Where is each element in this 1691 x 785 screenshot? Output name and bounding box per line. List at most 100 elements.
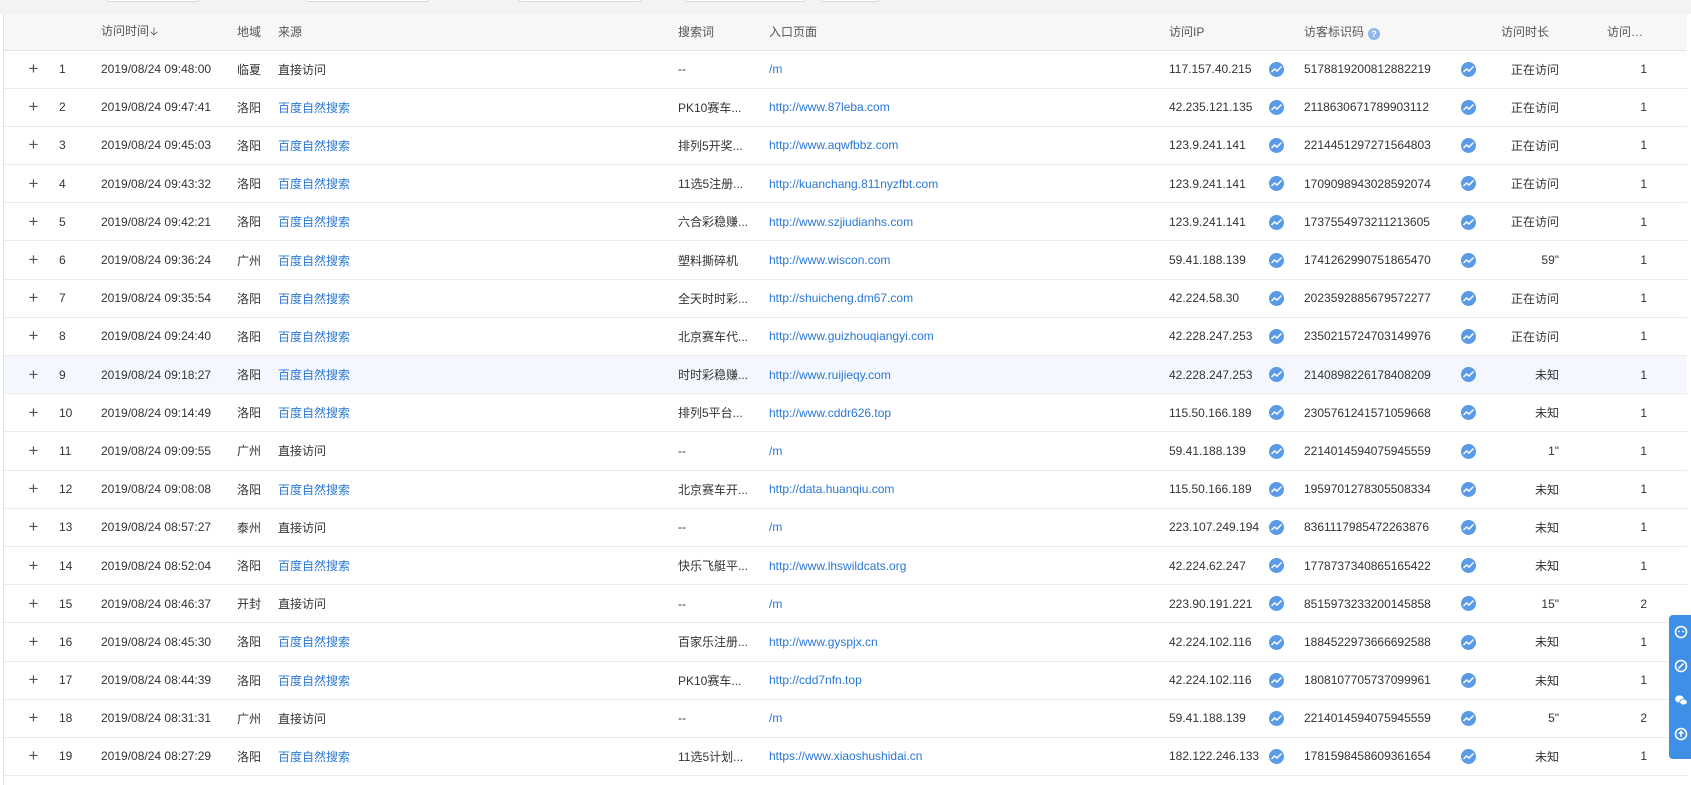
trend-chart-icon[interactable]	[1461, 329, 1476, 345]
trend-chart-icon[interactable]	[1461, 252, 1476, 268]
ip-trend-button[interactable]	[1269, 126, 1304, 164]
ip-trend-button[interactable]	[1269, 356, 1304, 394]
source-cell[interactable]: 百度自然搜索	[278, 623, 678, 661]
trend-chart-icon[interactable]	[1461, 672, 1476, 688]
ip-trend-button[interactable]	[1269, 661, 1304, 699]
entry-page-link[interactable]: /m	[769, 50, 1169, 88]
trend-chart-icon[interactable]	[1269, 558, 1284, 574]
visitor-trend-button[interactable]	[1461, 623, 1501, 661]
help-icon[interactable]: ?	[1368, 28, 1381, 41]
table-row[interactable]: +6 2019/08/24 09:36:24 广州 百度自然搜索 塑料撕碎机 http:/…	[4, 241, 1687, 280]
table-row[interactable]: +15 2019/08/24 08:46:37 开封 直接访问 -- /m 223.90.1…	[4, 585, 1687, 623]
trend-chart-icon[interactable]	[1269, 99, 1284, 115]
plus-icon[interactable]: +	[29, 59, 39, 78]
visitor-trend-button[interactable]	[1461, 432, 1501, 470]
trend-chart-icon[interactable]	[1269, 252, 1284, 268]
visitor-trend-button[interactable]	[1461, 546, 1501, 584]
entry-page-link[interactable]: /m	[769, 508, 1169, 546]
entry-page-link[interactable]: http://data.huanqiu.com	[769, 470, 1169, 508]
entry-page-link[interactable]: /m	[769, 699, 1169, 737]
entry-page-link[interactable]: https://www.xiaoshushidai.cn	[769, 737, 1169, 775]
source-cell[interactable]: 百度自然搜索	[278, 203, 678, 241]
ip-trend-button[interactable]	[1269, 241, 1304, 279]
visitor-trend-button[interactable]	[1461, 88, 1501, 126]
trend-chart-icon[interactable]	[1461, 405, 1476, 421]
table-row[interactable]: +4 2019/08/24 09:43:32 洛阳 百度自然搜索 11选5注册... ht…	[4, 165, 1687, 203]
ip-trend-button[interactable]	[1269, 623, 1304, 661]
table-row[interactable]: +7 2019/08/24 09:35:54 洛阳 百度自然搜索 全天时时彩... htt…	[4, 279, 1687, 318]
plus-icon[interactable]: +	[29, 517, 39, 536]
plus-icon[interactable]: +	[29, 479, 39, 498]
table-row[interactable]: +19 2019/08/24 08:27:29 洛阳 百度自然搜索 11选5计划... h…	[4, 737, 1687, 776]
expand-row-button[interactable]: +	[4, 88, 59, 126]
table-row[interactable]: +11 2019/08/24 09:09:55 广州 直接访问 -- /m 59.41.18…	[4, 432, 1687, 471]
expand-row-button[interactable]: +	[4, 432, 59, 470]
expand-row-button[interactable]: +	[4, 737, 59, 775]
source-cell[interactable]: 百度自然搜索	[278, 279, 678, 317]
entry-page-link[interactable]: http://cdd7nfn.top	[769, 661, 1169, 699]
trend-chart-icon[interactable]	[1269, 290, 1284, 306]
visitor-trend-button[interactable]	[1461, 356, 1501, 394]
ip-trend-button[interactable]	[1269, 699, 1304, 737]
plus-icon[interactable]: +	[29, 441, 39, 460]
trend-chart-icon[interactable]	[1269, 596, 1284, 612]
expand-row-button[interactable]: +	[4, 241, 59, 279]
ip-trend-button[interactable]	[1269, 470, 1304, 508]
ip-trend-button[interactable]	[1269, 165, 1304, 203]
entry-page-link[interactable]: http://shuicheng.dm67.com	[769, 279, 1169, 317]
plus-icon[interactable]: +	[29, 365, 39, 384]
filter-control[interactable]	[106, 0, 200, 2]
visitor-trend-button[interactable]	[1461, 317, 1501, 355]
trend-chart-icon[interactable]	[1461, 367, 1476, 383]
table-row[interactable]: +16 2019/08/24 08:45:30 洛阳 百度自然搜索 百家乐注册... ht…	[4, 623, 1687, 661]
expand-row-button[interactable]: +	[4, 699, 59, 737]
plus-icon[interactable]: +	[29, 174, 39, 193]
table-row[interactable]: +8 2019/08/24 09:24:40 洛阳 百度自然搜索 北京赛车代... htt…	[4, 317, 1687, 356]
plus-icon[interactable]: +	[29, 97, 39, 116]
expand-row-button[interactable]: +	[4, 470, 59, 508]
trend-chart-icon[interactable]	[1461, 61, 1476, 77]
sort-down-arrow-icon[interactable]: 🡣	[150, 26, 158, 38]
trend-chart-icon[interactable]	[1269, 749, 1284, 765]
table-row[interactable]: +18 2019/08/24 08:31:31 广州 直接访问 -- /m 59.41.18…	[4, 699, 1687, 738]
expand-row-button[interactable]: +	[4, 623, 59, 661]
table-row[interactable]: +12 2019/08/24 09:08:08 洛阳 百度自然搜索 北京赛车开... ht…	[4, 470, 1687, 509]
trend-chart-icon[interactable]	[1461, 290, 1476, 306]
plus-icon[interactable]: +	[29, 594, 39, 613]
entry-page-link[interactable]: http://www.cddr626.top	[769, 394, 1169, 432]
ip-trend-button[interactable]	[1269, 279, 1304, 317]
plus-icon[interactable]: +	[29, 670, 39, 689]
visitor-trend-button[interactable]	[1461, 126, 1501, 164]
entry-page-link[interactable]: http://www.wiscon.com	[769, 241, 1169, 279]
expand-row-button[interactable]: +	[4, 50, 59, 88]
plus-icon[interactable]: +	[29, 212, 39, 231]
expand-row-button[interactable]: +	[4, 356, 59, 394]
visitor-trend-button[interactable]	[1461, 394, 1501, 432]
trend-chart-icon[interactable]	[1461, 214, 1476, 230]
plus-icon[interactable]: +	[29, 326, 39, 345]
plus-icon[interactable]: +	[29, 708, 39, 727]
chat-icon[interactable]	[1674, 625, 1688, 639]
expand-row-button[interactable]: +	[4, 126, 59, 164]
table-row[interactable]: +3 2019/08/24 09:45:03 洛阳 百度自然搜索 排列5开奖... htt…	[4, 126, 1687, 165]
table-row[interactable]: +10 2019/08/24 09:14:49 洛阳 百度自然搜索 排列5平台... ht…	[4, 394, 1687, 432]
entry-page-link[interactable]: http://www.ruijieqy.com	[769, 356, 1169, 394]
ip-trend-button[interactable]	[1269, 394, 1304, 432]
expand-row-button[interactable]: +	[4, 394, 59, 432]
table-row[interactable]: +13 2019/08/24 08:57:27 泰州 直接访问 -- /m 223.107.…	[4, 508, 1687, 547]
trend-chart-icon[interactable]	[1461, 749, 1476, 765]
table-row[interactable]: +14 2019/08/24 08:52:04 洛阳 百度自然搜索 快乐飞艇平... ht…	[4, 546, 1687, 585]
filter-button[interactable]	[820, 0, 880, 2]
entry-page-link[interactable]: http://www.guizhouqiangyi.com	[769, 317, 1169, 355]
ip-trend-button[interactable]	[1269, 546, 1304, 584]
visitor-trend-button[interactable]	[1461, 699, 1501, 737]
ip-trend-button[interactable]	[1269, 50, 1304, 88]
header-visit-time[interactable]: 访问时间🡣	[101, 14, 237, 51]
expand-row-button[interactable]: +	[4, 203, 59, 241]
source-cell[interactable]: 百度自然搜索	[278, 661, 678, 699]
expand-row-button[interactable]: +	[4, 279, 59, 317]
expand-row-button[interactable]: +	[4, 585, 59, 623]
edit-icon[interactable]	[1674, 659, 1688, 673]
trend-chart-icon[interactable]	[1461, 138, 1476, 154]
visitor-trend-button[interactable]	[1461, 241, 1501, 279]
